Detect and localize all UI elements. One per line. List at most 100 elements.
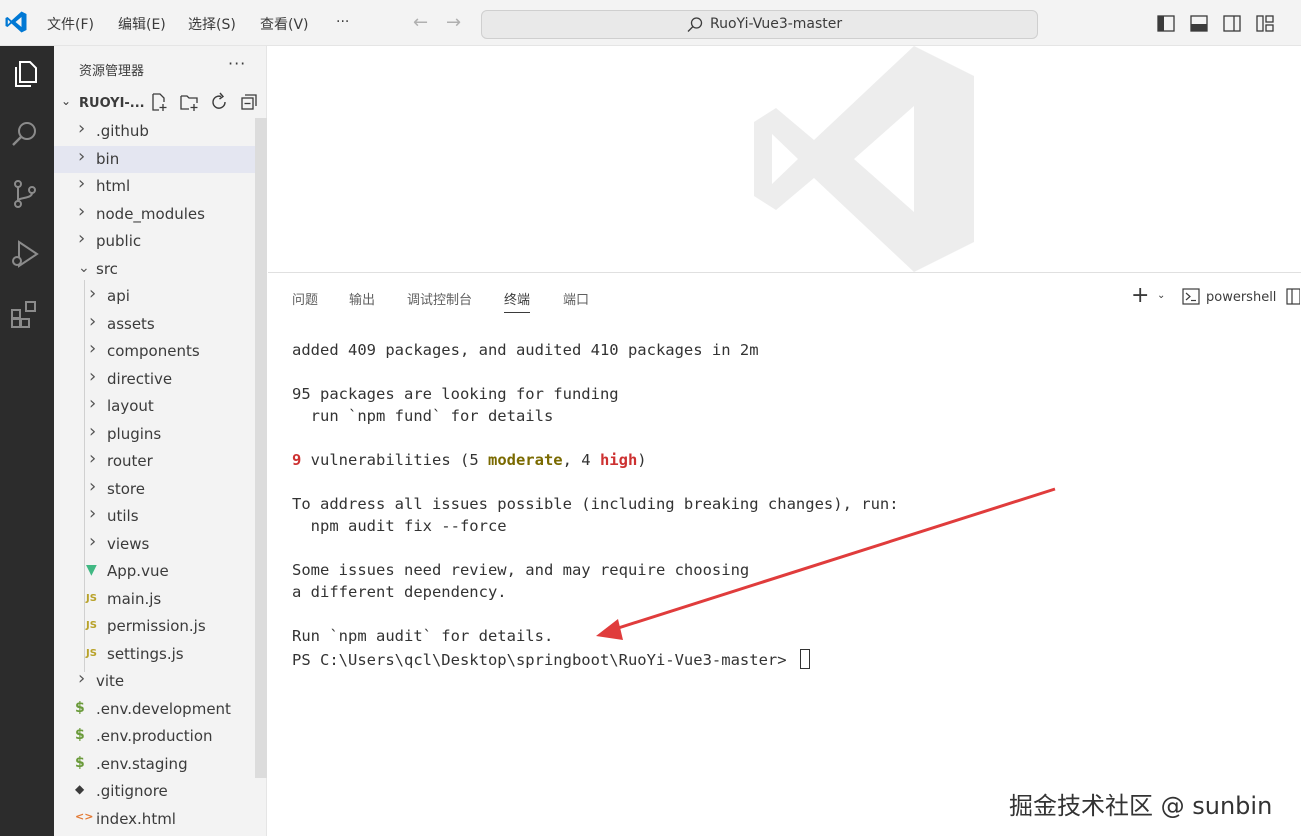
sidebar-scrollbar[interactable] — [255, 118, 267, 778]
tree-item[interactable]: › .github — [54, 118, 254, 145]
new-folder-icon[interactable] — [179, 92, 199, 112]
vscode-logo-icon — [5, 11, 27, 33]
chevron-down-icon[interactable]: ⌄ — [61, 94, 71, 108]
env-file-icon: $ — [75, 699, 85, 716]
run-debug-icon[interactable] — [9, 238, 41, 270]
terminal-vuln-line: 9 vulnerabilities (5 moderate, 4 high) — [292, 451, 647, 469]
tree-item-label: main.js — [107, 589, 162, 608]
menu-more[interactable]: ··· — [336, 14, 349, 30]
tree-item-label: router — [107, 452, 153, 470]
tree-item-label: utils — [107, 507, 139, 525]
project-header[interactable]: ⌄ RUOYI-... — [54, 92, 267, 114]
back-arrow-icon[interactable]: ← — [413, 12, 428, 33]
menu-file[interactable]: 文件(F) — [47, 14, 94, 34]
customize-layout-icon[interactable] — [1256, 15, 1274, 32]
menu-view[interactable]: 查看(V) — [260, 14, 309, 34]
chevron-right-icon[interactable]: › — [89, 503, 96, 524]
tree-item-label: .env.production — [96, 727, 213, 745]
vscode-watermark-icon — [754, 46, 974, 272]
tab-output[interactable]: 输出 — [349, 289, 375, 308]
vuln-text: , 4 — [562, 451, 600, 469]
collapse-all-icon[interactable] — [239, 92, 259, 112]
terminal-line: 95 packages are looking for funding — [292, 385, 619, 403]
menu-selection[interactable]: 选择(S) — [188, 14, 236, 34]
terminal-line: To address all issues possible (includin… — [292, 495, 899, 513]
title-bar: 文件(F) 编辑(E) 选择(S) 查看(V) ··· ← → RuoYi-Vu… — [0, 0, 1301, 46]
js-file-icon: JS — [86, 647, 97, 659]
chevron-right-icon[interactable]: › — [78, 118, 85, 139]
chevron-right-icon[interactable]: › — [78, 173, 85, 194]
split-terminal-icon[interactable] — [1286, 288, 1300, 305]
tree-item-label: permission.js — [107, 617, 206, 635]
terminal-prompt-line: PS C:\Users\qcl\Desktop\springboot\RuoYi… — [292, 649, 810, 669]
toggle-panel-icon[interactable] — [1190, 15, 1208, 32]
chevron-right-icon[interactable]: › — [78, 201, 85, 222]
shell-name[interactable]: powershell — [1206, 290, 1276, 305]
search-icon[interactable] — [9, 118, 41, 150]
tree-item-label: .gitignore — [96, 782, 168, 800]
terminal-line: added 409 packages, and audited 410 pack… — [292, 341, 759, 359]
js-file-icon: JS — [86, 592, 97, 604]
chevron-right-icon[interactable]: › — [89, 393, 96, 414]
tab-problems[interactable]: 问题 — [292, 289, 318, 308]
terminal-icon — [1182, 288, 1200, 305]
toggle-primary-sidebar-icon[interactable] — [1157, 15, 1175, 32]
tab-ports[interactable]: 端口 — [563, 289, 589, 308]
toggle-secondary-sidebar-icon[interactable] — [1223, 15, 1241, 32]
tree-item-label: bin — [96, 149, 120, 168]
tree-item-label: plugins — [107, 424, 162, 443]
explorer-icon[interactable] — [9, 58, 41, 90]
extensions-icon[interactable] — [9, 298, 41, 330]
explorer-sidebar: 资源管理器 ··· ⌄ RUOYI-... › .github › bin › html ›… — [54, 46, 267, 836]
juejin-watermark: 掘金技术社区 @ sunbin — [1009, 792, 1273, 820]
tree-item[interactable]: › node_modules — [54, 201, 254, 228]
menu-edit[interactable]: 编辑(E) — [118, 14, 166, 34]
chevron-right-icon[interactable]: › — [78, 228, 85, 249]
tree-item[interactable]: $ .env.staging — [54, 751, 254, 778]
tree-item-label: node_modules — [96, 204, 205, 223]
chevron-down-icon[interactable]: ⌄ — [78, 260, 90, 276]
chevron-right-icon[interactable]: › — [89, 421, 96, 442]
vuln-text: ) — [637, 451, 647, 469]
tab-debug-console[interactable]: 调试控制台 — [407, 289, 472, 308]
terminal-line: Some issues need review, and may require… — [292, 561, 750, 579]
activity-bar — [0, 46, 54, 836]
forward-arrow-icon[interactable]: → — [446, 12, 461, 33]
refresh-icon[interactable] — [209, 92, 229, 112]
indent-guide — [84, 280, 85, 672]
tree-item[interactable]: › public — [54, 228, 254, 255]
source-control-icon[interactable] — [9, 178, 41, 210]
search-icon — [687, 17, 703, 32]
tree-item-label: views — [107, 534, 150, 553]
tree-item[interactable]: › html — [54, 173, 254, 200]
tree-item[interactable]: › bin — [54, 145, 267, 173]
explorer-title: 资源管理器 — [79, 64, 145, 79]
tree-item[interactable]: $ .env.production — [54, 723, 254, 750]
tree-item[interactable]: <> index.html — [54, 806, 254, 833]
chevron-right-icon[interactable]: › — [89, 283, 96, 304]
chevron-right-icon[interactable]: › — [89, 366, 96, 387]
tree-item-label: html — [96, 177, 131, 195]
chevron-right-icon[interactable]: › — [89, 448, 96, 469]
new-terminal-icon[interactable]: + — [1131, 283, 1149, 308]
tree-item[interactable]: ◆ .gitignore — [54, 778, 254, 805]
chevron-right-icon[interactable]: › — [89, 531, 96, 552]
tree-item-label: index.html — [96, 809, 176, 828]
tree-item[interactable]: $ .env.development — [54, 696, 254, 723]
tree-item[interactable]: ⌄ src — [54, 256, 254, 283]
git-file-icon: ◆ — [75, 782, 85, 796]
explorer-more-button[interactable]: ··· — [228, 54, 246, 73]
vuln-text: vulnerabilities (5 — [301, 451, 488, 469]
tree-item-label: settings.js — [107, 644, 184, 663]
chevron-right-icon[interactable]: › — [89, 311, 96, 332]
chevron-right-icon[interactable]: › — [89, 338, 96, 359]
chevron-right-icon[interactable]: › — [89, 476, 96, 497]
new-file-icon[interactable] — [149, 92, 169, 112]
tree-item-label: public — [96, 232, 142, 250]
chevron-right-icon[interactable]: › — [78, 146, 85, 167]
tab-terminal[interactable]: 终端 — [504, 289, 531, 313]
command-center-search[interactable]: RuoYi-Vue3-master — [481, 10, 1038, 39]
tree-item-label: App.vue — [107, 562, 169, 580]
tree-item[interactable]: › vite — [54, 668, 254, 695]
chevron-down-icon[interactable]: ⌄ — [1157, 290, 1165, 301]
